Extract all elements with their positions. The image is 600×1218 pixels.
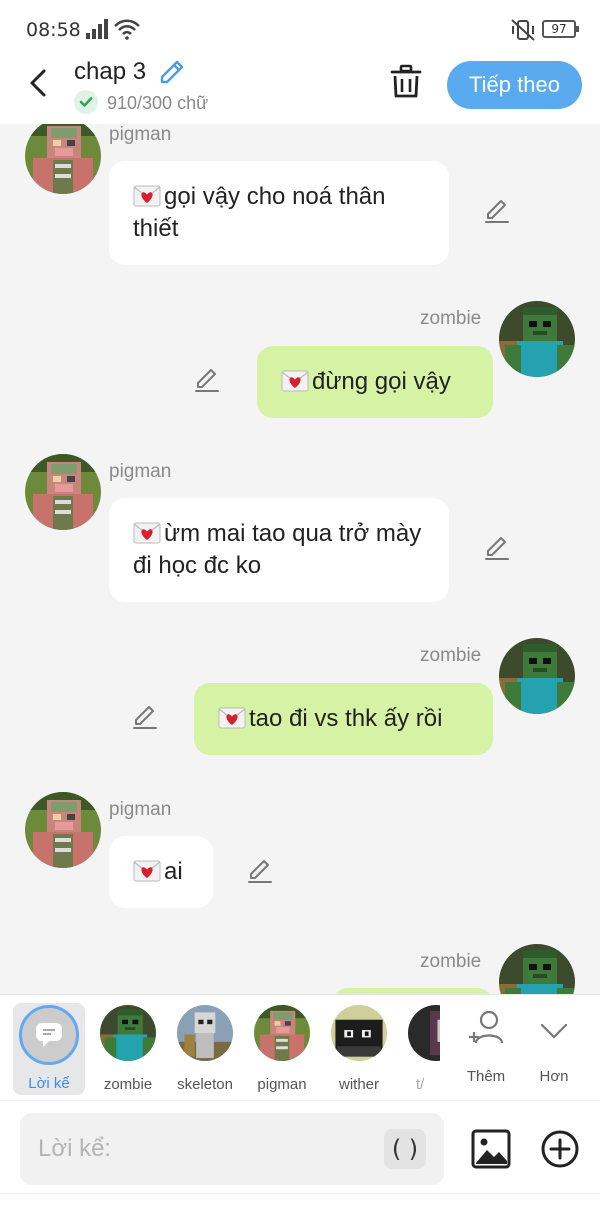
avatar-zombie [100,1005,156,1061]
wifi-icon [114,19,140,40]
character-label: t/ [415,1076,425,1093]
avatar-pigman [254,1005,310,1061]
image-icon[interactable] [471,1129,511,1169]
word-count: 910/300 chữ [107,93,209,113]
character-skeleton[interactable]: skeleton [169,1003,241,1095]
character-wither[interactable]: wither [323,1003,395,1095]
sender-name: zombie [420,645,482,666]
status-time: 08:58 [26,19,81,41]
editor-header: chap 3 910/300 chữ Tiếp theo [0,58,600,124]
trash-icon[interactable] [389,64,423,100]
avatar-partial [408,1005,440,1061]
parenthesis-button[interactable]: ( ) [384,1129,426,1169]
edit-message-icon[interactable] [193,366,221,394]
message-bubble[interactable]: gọi vậy cho noá thân thiết [109,161,449,265]
divider [0,1193,600,1194]
character-label: pigman [257,1076,307,1093]
sender-name: zombie [420,308,482,329]
edit-title-icon[interactable] [158,58,188,86]
character-label: Lời kể [28,1075,70,1092]
chapter-title[interactable]: chap 3 [74,58,146,86]
sender-name: pigman [109,461,172,482]
avatar-skeleton [177,1005,233,1061]
character-label: zombie [103,1076,153,1093]
character-selector: Lời kể zombie skeleton pigman wither t/ … [0,994,600,1100]
chevron-down-icon [540,1023,568,1039]
signal-icon [86,19,108,39]
narrator-icon [19,1005,79,1065]
sender-name: pigman [109,799,172,820]
character-label: wither [338,1076,379,1093]
avatar-zombie[interactable] [499,301,575,377]
add-character-label: Thêm [466,1068,506,1085]
input-placeholder: Lời kể: [38,1135,112,1162]
edit-message-icon[interactable] [131,703,159,731]
avatar-pigman[interactable] [25,124,101,194]
vibrate-mute-icon [511,19,535,41]
sender-name: pigman [109,124,172,145]
edit-message-icon[interactable] [483,197,511,225]
message-text: gọi vậy cho noá thân thiết [133,183,386,242]
edit-message-icon[interactable] [246,857,274,885]
message-bubble[interactable]: ừm mai tao qua trở mày đi học đc ko [109,498,449,602]
next-button[interactable]: Tiếp theo [447,61,582,109]
character-partial[interactable]: t/ [400,1003,440,1095]
avatar-pigman[interactable] [25,792,101,868]
avatar-wither [331,1005,387,1061]
message-text: đừng gọi vậy [312,368,451,395]
message-input[interactable]: Lời kể: ( ) [20,1113,444,1185]
message-bubble[interactable]: đừng gọi vậy [257,346,493,418]
battery-indicator: 97 [542,20,579,38]
edit-message-icon[interactable] [483,534,511,562]
character-zombie[interactable]: zombie [92,1003,164,1095]
avatar-pigman[interactable] [25,454,101,530]
character-narrator[interactable]: Lời kể [13,1003,85,1095]
add-icon[interactable] [540,1129,580,1169]
character-label: skeleton [177,1076,233,1093]
message-bubble[interactable]: ai [109,836,213,908]
message-text: ừm mai tao qua trở mày đi học đc ko [133,520,422,579]
message-text: ai [164,858,183,885]
heart-envelope-icon [133,860,161,882]
avatar-zombie[interactable] [499,944,575,994]
heart-envelope-icon [133,185,161,207]
chat-area[interactable]: pigman gọi vậy cho noá thân thiết zombie… [0,124,600,994]
composer: Lời kể: ( ) [0,1100,600,1218]
sender-name: zombie [420,951,482,972]
heart-envelope-icon [281,370,309,392]
back-icon[interactable] [24,66,54,100]
character-pigman[interactable]: pigman [246,1003,318,1095]
expand-label: Hơn [539,1068,569,1085]
status-bar: 08:58 97 [0,0,600,58]
add-character-button[interactable]: Thêm [450,1003,522,1095]
message-text: tao đi vs thk ấy rồi [249,705,443,732]
message-bubble[interactable]: tao đi vs thk ấy rồi [194,683,493,755]
add-person-icon [469,1010,504,1044]
avatar-zombie[interactable] [499,638,575,714]
expand-button[interactable]: Hơn [518,1003,590,1095]
heart-envelope-icon [133,522,161,544]
check-icon [74,90,98,114]
heart-envelope-icon [218,707,246,729]
